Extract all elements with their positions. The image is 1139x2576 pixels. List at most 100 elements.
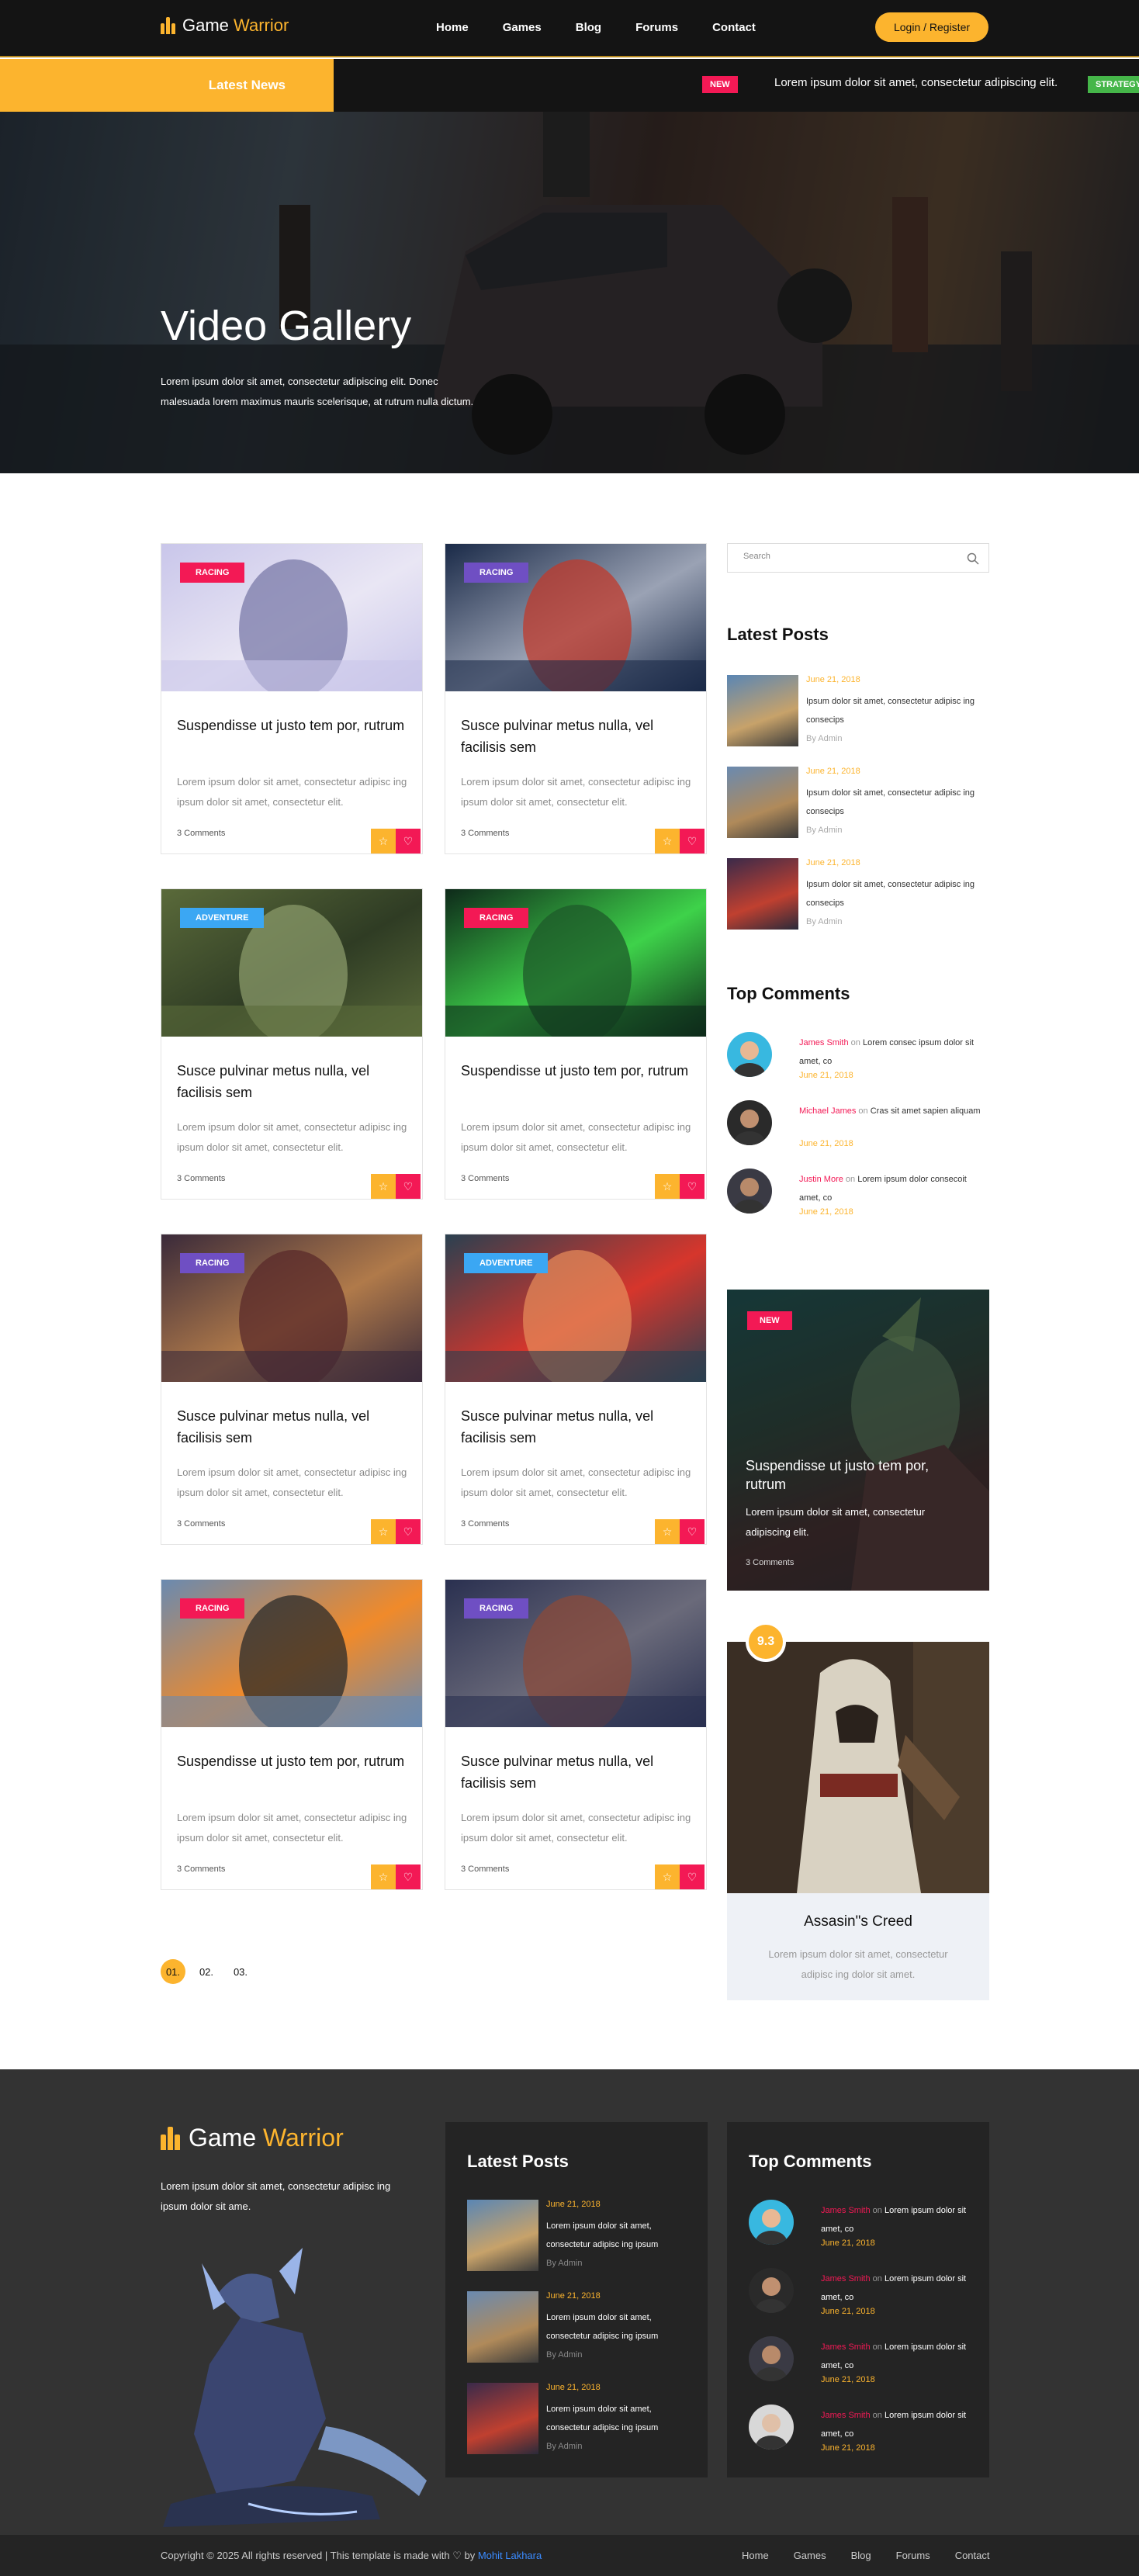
author-link[interactable]: Mohit Lakhara: [478, 2550, 542, 2561]
heart-icon[interactable]: ♡: [396, 1174, 421, 1199]
heart-icon[interactable]: ♡: [680, 1174, 705, 1199]
card-thumbnail[interactable]: ADVENTURE: [161, 889, 422, 1037]
page-1[interactable]: 01.: [161, 1959, 185, 1984]
comment-author[interactable]: James Smith: [821, 2274, 871, 2283]
card-thumbnail[interactable]: RACING: [445, 544, 706, 691]
heart-icon[interactable]: ♡: [396, 1864, 421, 1889]
star-icon[interactable]: ☆: [655, 1174, 680, 1199]
post-thumbnail[interactable]: [727, 675, 798, 746]
card-category-badge[interactable]: RACING: [180, 1253, 245, 1273]
comment-author[interactable]: James Smith: [799, 1038, 849, 1047]
post-thumbnail[interactable]: [727, 767, 798, 838]
page-3[interactable]: 03.: [228, 1959, 253, 1984]
video-card[interactable]: RACING Susce pulvinar metus nulla, vel fa…: [445, 1579, 707, 1890]
card-thumbnail[interactable]: RACING: [161, 1234, 422, 1382]
footer-nav-blog[interactable]: Blog: [851, 2550, 871, 2561]
card-title[interactable]: Susce pulvinar metus nulla, vel facilisi…: [177, 1060, 410, 1103]
card-thumbnail[interactable]: RACING: [161, 1580, 422, 1727]
latest-post-item[interactable]: June 21, 2018 Ipsum dolor sit amet, conse…: [727, 858, 989, 930]
avatar[interactable]: [749, 2200, 794, 2245]
card-thumbnail[interactable]: RACING: [161, 544, 422, 691]
star-icon[interactable]: ☆: [371, 1864, 396, 1889]
site-logo[interactable]: Game Warrior: [161, 16, 289, 36]
heart-icon[interactable]: ♡: [680, 1519, 705, 1544]
card-category-badge[interactable]: RACING: [464, 563, 529, 583]
card-comments[interactable]: 3 Comments: [177, 1174, 225, 1183]
star-icon[interactable]: ☆: [371, 1519, 396, 1544]
heart-icon[interactable]: ♡: [680, 1864, 705, 1889]
avatar[interactable]: [727, 1169, 772, 1214]
star-icon[interactable]: ☆: [655, 829, 680, 853]
card-category-badge[interactable]: ADVENTURE: [180, 908, 265, 928]
footer-post-item[interactable]: June 21, 2018 Lorem ipsum dolor sit amet,…: [467, 2383, 692, 2454]
avatar[interactable]: [727, 1100, 772, 1145]
footer-logo[interactable]: Game Warrior: [161, 2124, 344, 2152]
post-excerpt[interactable]: Lorem ipsum dolor sit amet, consectetur …: [546, 2308, 691, 2346]
card-category-badge[interactable]: RACING: [180, 563, 245, 583]
heart-icon[interactable]: ♡: [396, 1519, 421, 1544]
video-card[interactable]: RACING Susce pulvinar metus nulla, vel fa…: [161, 1234, 423, 1545]
promo-comments[interactable]: 3 Comments: [746, 1558, 794, 1567]
card-title[interactable]: Suspendisse ut justo tem por, rutrum: [177, 1750, 410, 1772]
comment-author[interactable]: Justin More: [799, 1175, 843, 1184]
post-thumbnail[interactable]: [467, 2383, 538, 2454]
comment-author[interactable]: James Smith: [821, 2411, 871, 2420]
footer-nav-forums[interactable]: Forums: [896, 2550, 930, 2561]
latest-post-item[interactable]: June 21, 2018 Ipsum dolor sit amet, conse…: [727, 675, 989, 746]
video-card[interactable]: RACING Suspendisse ut justo tem por, rutr…: [161, 543, 423, 854]
card-comments[interactable]: 3 Comments: [461, 829, 509, 838]
card-thumbnail[interactable]: ADVENTURE: [445, 1234, 706, 1382]
card-category-badge[interactable]: RACING: [180, 1598, 245, 1619]
search-input[interactable]: [743, 552, 945, 561]
card-category-badge[interactable]: RACING: [464, 908, 529, 928]
post-excerpt[interactable]: Ipsum dolor sit amet, consectetur adipis…: [806, 784, 989, 821]
card-comments[interactable]: 3 Comments: [461, 1174, 509, 1183]
avatar[interactable]: [749, 2336, 794, 2381]
card-comments[interactable]: 3 Comments: [461, 1864, 509, 1874]
post-excerpt[interactable]: Ipsum dolor sit amet, consectetur adipis…: [806, 875, 989, 912]
nav-home[interactable]: Home: [436, 21, 469, 34]
login-register-button[interactable]: Login / Register: [875, 12, 988, 42]
footer-nav-contact[interactable]: Contact: [955, 2550, 990, 2561]
heart-icon[interactable]: ♡: [396, 829, 421, 853]
page-2[interactable]: 02.: [194, 1959, 219, 1984]
avatar[interactable]: [749, 2405, 794, 2450]
card-title[interactable]: Susce pulvinar metus nulla, vel facilisi…: [461, 1750, 694, 1794]
heart-icon[interactable]: ♡: [680, 829, 705, 853]
post-excerpt[interactable]: Lorem ipsum dolor sit amet, consectetur …: [546, 2400, 691, 2437]
star-icon[interactable]: ☆: [371, 829, 396, 853]
card-thumbnail[interactable]: RACING: [445, 1580, 706, 1727]
star-icon[interactable]: ☆: [655, 1864, 680, 1889]
video-card[interactable]: ADVENTURE Susce pulvinar metus nulla, vel…: [161, 888, 423, 1200]
footer-post-item[interactable]: June 21, 2018 Lorem ipsum dolor sit amet,…: [467, 2291, 692, 2363]
latest-post-item[interactable]: June 21, 2018 Ipsum dolor sit amet, conse…: [727, 767, 989, 838]
avatar[interactable]: [727, 1032, 772, 1077]
card-comments[interactable]: 3 Comments: [177, 1864, 225, 1874]
review-title[interactable]: Assasin"s Creed: [727, 1913, 989, 1930]
nav-games[interactable]: Games: [503, 21, 542, 34]
nav-blog[interactable]: Blog: [576, 21, 601, 34]
nav-contact[interactable]: Contact: [712, 21, 756, 34]
card-title[interactable]: Susce pulvinar metus nulla, vel facilisi…: [177, 1405, 410, 1449]
promo-card[interactable]: NEW Suspendisse ut justo tem por, rutrum…: [727, 1290, 989, 1591]
card-title[interactable]: Suspendisse ut justo tem por, rutrum: [461, 1060, 694, 1082]
card-title[interactable]: Susce pulvinar metus nulla, vel facilisi…: [461, 715, 694, 758]
post-excerpt[interactable]: Ipsum dolor sit amet, consectetur adipis…: [806, 692, 989, 729]
card-category-badge[interactable]: ADVENTURE: [464, 1253, 549, 1273]
star-icon[interactable]: ☆: [371, 1174, 396, 1199]
card-title[interactable]: Susce pulvinar metus nulla, vel facilisi…: [461, 1405, 694, 1449]
video-card[interactable]: RACING Suspendisse ut justo tem por, rutr…: [161, 1579, 423, 1890]
comment-author[interactable]: James Smith: [821, 2342, 871, 2352]
star-icon[interactable]: ☆: [655, 1519, 680, 1544]
footer-nav-games[interactable]: Games: [794, 2550, 826, 2561]
card-comments[interactable]: 3 Comments: [177, 1519, 225, 1529]
comment-author[interactable]: Michael James: [799, 1106, 856, 1116]
post-thumbnail[interactable]: [727, 858, 798, 930]
card-comments[interactable]: 3 Comments: [461, 1519, 509, 1529]
post-excerpt[interactable]: Lorem ipsum dolor sit amet, consectetur …: [546, 2217, 691, 2254]
card-comments[interactable]: 3 Comments: [177, 829, 225, 838]
footer-nav-home[interactable]: Home: [742, 2550, 769, 2561]
card-category-badge[interactable]: RACING: [464, 1598, 529, 1619]
post-thumbnail[interactable]: [467, 2291, 538, 2363]
avatar[interactable]: [749, 2268, 794, 2313]
